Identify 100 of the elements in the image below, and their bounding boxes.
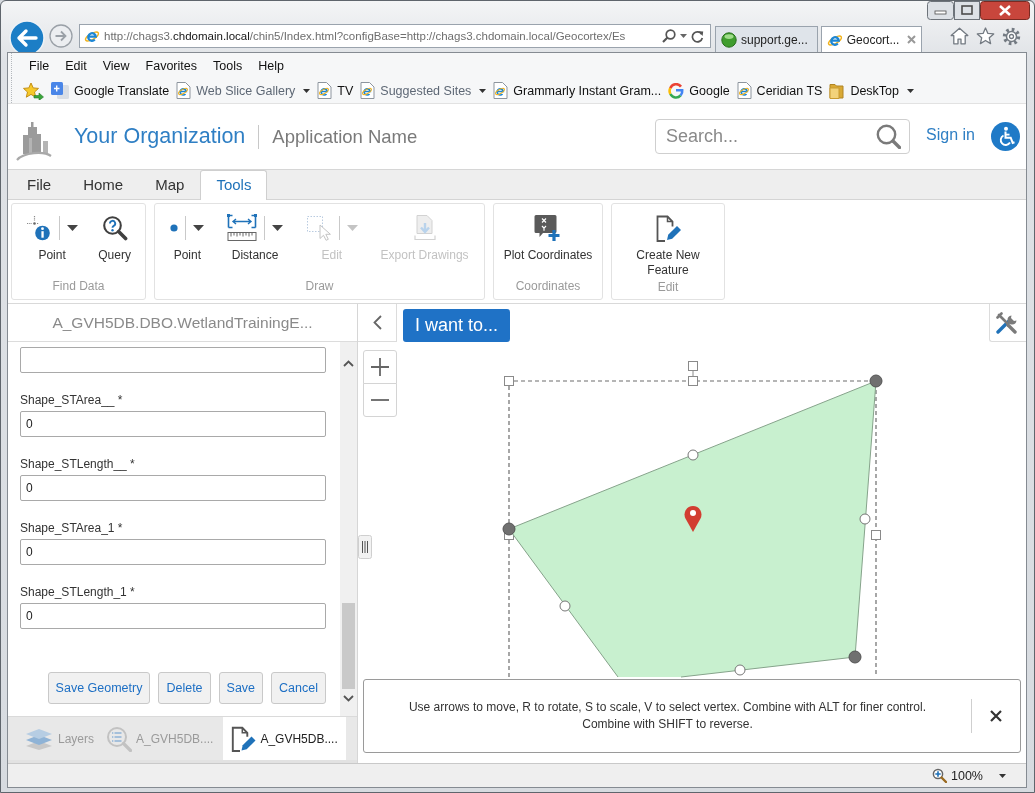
caret-icon[interactable] <box>999 773 1006 778</box>
menu-item[interactable]: File <box>21 56 58 75</box>
organization-name: Your Organization <box>74 124 246 149</box>
scroll-down-icon[interactable] <box>343 695 354 702</box>
tool-button[interactable]: Plot Coordinates <box>503 204 593 263</box>
browser-tab[interactable]: Geocort... <box>820 26 923 52</box>
splitter-grip-icon[interactable] <box>358 535 372 559</box>
chevron-left-icon[interactable] <box>372 315 382 330</box>
point-info-icon <box>26 215 53 241</box>
ribbon-tab[interactable]: Map <box>139 170 201 199</box>
folder-icon <box>829 82 846 99</box>
tools-button[interactable] <box>989 304 1026 342</box>
scrollbar-thumb[interactable] <box>342 603 355 689</box>
ribbon-tab[interactable]: File <box>11 170 68 199</box>
text-field[interactable] <box>20 347 326 373</box>
close-window-icon[interactable] <box>980 1 1030 20</box>
menu-item[interactable]: View <box>94 56 138 75</box>
refresh-icon[interactable] <box>691 29 704 43</box>
text-field[interactable]: 0 <box>20 475 326 501</box>
collapse-button[interactable] <box>358 304 397 342</box>
text-field[interactable]: 0 <box>20 411 326 437</box>
tiles-icon <box>51 82 69 99</box>
caret-icon[interactable] <box>303 88 311 93</box>
menu-item[interactable]: Help <box>250 56 292 75</box>
favorites-link[interactable]: Suggested Sites <box>360 82 487 99</box>
selection-cursor-icon <box>305 215 332 241</box>
orb-icon <box>721 31 737 48</box>
form-button[interactable]: Delete <box>158 672 211 704</box>
star-arrow-icon[interactable] <box>22 81 44 100</box>
favorites-link[interactable]: Google <box>668 82 730 99</box>
caret-icon[interactable] <box>67 225 79 231</box>
group-title: Draw <box>304 278 335 295</box>
hint-text: Use arrows to move, R to rotate, S to scale, V to select vertex. Combine with ALT for finer control. Combine with SHIFT to reverse. <box>407 699 928 733</box>
group-title: Coordinates <box>514 278 582 295</box>
page-icon <box>493 82 509 99</box>
caret-icon[interactable] <box>907 88 915 93</box>
search-field[interactable]: Search... <box>655 119 911 154</box>
search-icon[interactable] <box>662 29 676 43</box>
caret-icon[interactable] <box>193 225 205 231</box>
scrollbar[interactable] <box>340 342 357 716</box>
form-button[interactable]: Save Geometry <box>47 672 151 704</box>
group-title: Edit <box>656 279 680 296</box>
field-label: Shape_STArea_1 * <box>20 521 123 535</box>
text-field[interactable]: 0 <box>20 539 326 565</box>
ribbon-tab[interactable]: Home <box>67 170 140 199</box>
star-icon[interactable] <box>976 26 995 45</box>
form-button[interactable]: Cancel <box>271 672 326 704</box>
maximize-icon[interactable] <box>954 1 980 20</box>
tool-button[interactable]: Distance <box>227 204 284 263</box>
menu-item[interactable]: Edit <box>57 56 95 75</box>
favorites-link[interactable]: DeskTop <box>829 82 915 99</box>
favorites-link[interactable]: TV <box>317 82 354 99</box>
browser-tab[interactable]: support.ge... <box>715 26 818 52</box>
favorites-link[interactable]: Google Translate <box>51 82 170 99</box>
panel-tab[interactable]: A_GVH5DB.... <box>223 717 346 760</box>
url-field[interactable]: http://chags3.chdomain.local/chin5/Index.html?configBase=http://chags3.chdomain.local/Geocortex/Es <box>104 30 658 42</box>
page-icon <box>317 82 333 99</box>
menu-item[interactable]: Favorites <box>137 56 205 75</box>
zoom-out-button[interactable] <box>363 383 397 417</box>
accessibility-icon[interactable] <box>991 122 1020 151</box>
layers-icon <box>24 727 54 750</box>
page-download-icon <box>413 215 436 241</box>
favorites-link[interactable]: Grammarly Instant Gram... <box>493 82 662 99</box>
favorites-link[interactable]: Ceridian TS <box>736 82 823 99</box>
zoom-in-button[interactable] <box>363 350 397 384</box>
tool-button[interactable]: Point <box>26 204 79 263</box>
field-label: Shape_STLength__ * <box>20 457 135 471</box>
page-pencil-icon <box>231 725 257 752</box>
page-icon <box>360 82 376 99</box>
text-field[interactable]: 0 <box>20 603 326 629</box>
search-icon[interactable] <box>876 124 902 149</box>
zoom-in-icon[interactable] <box>371 358 389 376</box>
tool-button[interactable]: Create New Feature <box>620 204 716 278</box>
caret-icon[interactable] <box>680 34 687 38</box>
magnifier-list-icon <box>106 725 133 752</box>
tool-button[interactable]: Query <box>98 204 131 263</box>
form-button[interactable]: Save <box>218 672 264 704</box>
ribbon-tab[interactable]: Tools <box>200 170 268 200</box>
query-icon <box>101 215 128 241</box>
sign-in-link[interactable]: Sign in <box>926 125 975 144</box>
close-icon[interactable] <box>990 710 1002 722</box>
menu-item[interactable]: Tools <box>205 56 251 75</box>
home-icon[interactable] <box>950 26 969 45</box>
page-icon <box>736 82 752 99</box>
favorites-link[interactable]: Web Slice Gallery <box>176 82 311 99</box>
field-label: Shape_STLength_1 * <box>20 585 135 599</box>
minimize-icon[interactable] <box>927 1 954 20</box>
scroll-up-icon[interactable] <box>343 360 354 367</box>
caret-icon[interactable] <box>479 88 487 93</box>
settings-icon[interactable] <box>1002 26 1021 46</box>
g-logo-icon <box>668 82 685 99</box>
panel-title: A_GVH5DB.DBO.WetlandTrainingE... <box>8 304 357 342</box>
actions-menu-button[interactable]: I want to... <box>403 309 511 342</box>
tools-icon[interactable] <box>996 311 1020 334</box>
zoom-icon[interactable] <box>932 768 947 783</box>
tool-button[interactable]: Point <box>170 204 205 263</box>
map-pin-icon[interactable] <box>684 506 702 532</box>
caret-icon[interactable] <box>272 225 284 231</box>
zoom-level[interactable]: 100% <box>951 768 983 783</box>
field-label: Shape_STArea__ * <box>20 393 123 407</box>
